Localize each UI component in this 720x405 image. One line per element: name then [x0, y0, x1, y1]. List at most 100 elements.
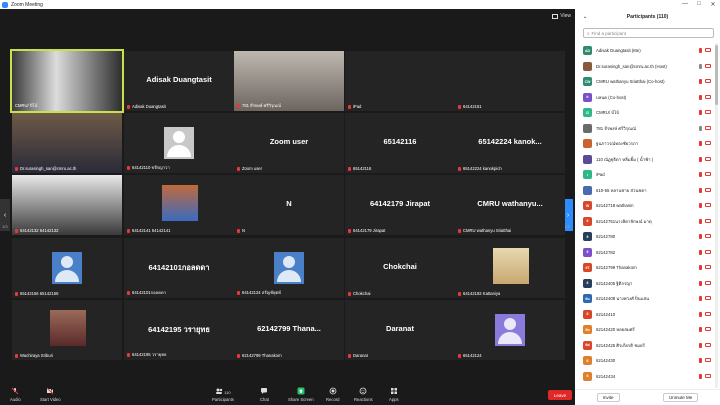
audio-button[interactable]: Audio [10, 387, 21, 402]
participant-row[interactable]: 6 62142780 [575, 229, 715, 245]
participant-avatar: W [583, 201, 592, 211]
participant-row[interactable]: i iPad [575, 167, 715, 183]
video-off-icon [705, 203, 711, 208]
participant-row[interactable]: 110 ณัฏฐุธิดา หลิ่มยิ้ม ( น้ำฟ้า ) [575, 152, 715, 168]
mic-muted-icon [699, 327, 702, 333]
share-screen-button[interactable]: Share Screen [288, 387, 314, 402]
video-tile[interactable]: 65142224 kanok... 65142224 kanokpich [455, 113, 565, 173]
video-tile[interactable]: 62142799 Thana... 62142799 Thanakorn [234, 300, 344, 360]
unmute-me-button[interactable]: Unmute Me [662, 393, 699, 402]
search-placeholder: Find a participant [591, 30, 627, 36]
tile-label-text: Daranat [353, 353, 368, 358]
participant-row[interactable]: 6 62142430 [575, 353, 715, 369]
mic-muted-icon [127, 290, 130, 295]
find-participant-input[interactable]: ⌕ Find a participant [583, 28, 714, 38]
video-tile[interactable]: CMRU wathanyu... CMRU wathanyu Sriatthai [455, 175, 565, 235]
mic-muted-icon [458, 228, 461, 233]
video-tile[interactable]: 65142124 [455, 300, 565, 360]
video-tile[interactable]: NN [234, 175, 344, 235]
video-off-icon [46, 387, 54, 395]
participant-list: AD Adisak Duangtasit (Me) Dr.surasingh_san… [575, 43, 715, 388]
tile-display-name: CMRU wathanyu... [477, 199, 543, 208]
participant-row[interactable]: 6 62142751นางลิดาลักษณ์ มาตุ [575, 214, 715, 230]
mic-muted-icon [458, 166, 461, 171]
participant-row[interactable]: 6น 62142408 นางพวงศ์ ปิ่นแสน [575, 291, 715, 307]
participant-row[interactable]: b บลนด (Co-host) [575, 90, 715, 106]
video-tile[interactable]: 64142124 สรัญช์ยุตห์ [234, 238, 344, 298]
scrollbar-thumb[interactable] [715, 45, 718, 105]
video-tile[interactable]: 64142110 ขจีรญาวา [124, 113, 234, 173]
mic-muted-icon [237, 290, 240, 295]
video-tile[interactable]: iPad [345, 51, 455, 111]
video-tile[interactable]: 64142179 Jirapat 64142179 Jirapat [345, 175, 455, 235]
participant-row[interactable]: 6 62142405 ฐิติกรญา [575, 276, 715, 292]
video-off-icon [705, 342, 711, 347]
reactions-button[interactable]: Reactions [354, 387, 373, 402]
participant-name: 62142718 wathanin [596, 203, 634, 209]
apps-button[interactable]: Apps [389, 387, 399, 402]
participant-row[interactable]: 610-55 หลานชาย ส่วนชดา [575, 183, 715, 199]
video-tile[interactable]: Zoom user Zoom user [234, 113, 344, 173]
tile-display-name: 64142179 Jirapat [369, 199, 431, 208]
chat-button[interactable]: Chat [260, 387, 269, 402]
video-off-icon [705, 187, 711, 192]
mic-muted-icon [348, 291, 351, 296]
participant-row[interactable]: C/CMRU/ บีโบ้ [575, 105, 715, 121]
tile-name-label: Chokchai [348, 291, 370, 296]
participants-button[interactable]: 110 Participants [212, 387, 234, 402]
tile-name-label: 64142195 วรายุทธ [127, 351, 167, 358]
invite-button[interactable]: Invite [596, 393, 620, 402]
tile-name-label: Wachiraya Sriburi [15, 353, 53, 358]
participant-row[interactable]: 6 62142782 [575, 245, 715, 261]
panel-header: ⌄ Participants (110) [575, 9, 720, 25]
start-video-button[interactable]: Start Video [40, 387, 61, 402]
minimize-button[interactable]: — [678, 1, 692, 8]
video-tile[interactable]: 64142132 64142132 [12, 175, 122, 235]
participant-row[interactable]: CW CMRU wathanyu Sriatthai (Co-host) [575, 74, 715, 90]
tile-name-label: 62142799 Thanakorn [237, 353, 282, 358]
participant-name: ฐนภาวรณ์ทองชัยวรภา [596, 141, 639, 147]
view-button[interactable]: View [552, 13, 571, 19]
participant-row[interactable]: 6ห 62142420 หอยสมศรี [575, 322, 715, 338]
tile-name-label: Daranat [348, 353, 368, 358]
mic-muted-icon [237, 228, 240, 233]
video-tile[interactable]: 65142156 65142156 [12, 238, 122, 298]
video-tile[interactable]: Adisak Duangtasit Adisak Duangtasit [124, 51, 234, 111]
participant-row[interactable]: ฐนภาวรณ์ทองชัยวรภา [575, 136, 715, 152]
video-tile[interactable]: 65142116 65142116 [345, 113, 455, 173]
chevron-down-icon[interactable]: ⌄ [583, 14, 587, 20]
video-off-icon [705, 110, 711, 115]
video-tile[interactable]: 64142195 วรายุทธ 64142195 วรายุทธ [124, 300, 234, 360]
participant-list-scrollbar[interactable] [715, 43, 718, 388]
record-button[interactable]: Record [326, 387, 340, 402]
participant-row[interactable]: W 62142718 wathanin [575, 198, 715, 214]
participant-row[interactable]: 781 ธีรพงษ์ ศรีวิรุณณ์ [575, 121, 715, 137]
participant-row[interactable]: AD Adisak Duangtasit (Me) [575, 43, 715, 59]
maximize-button[interactable]: □ [692, 1, 706, 8]
mic-muted-icon [348, 166, 351, 171]
video-tile[interactable]: 64142192 Kattaniya [455, 238, 565, 298]
video-tile[interactable]: Dr.surasingh_san@cmru.ac.th [12, 113, 122, 173]
participant-avatar: i [583, 170, 592, 180]
tile-label-text: N [242, 228, 246, 233]
participant-row[interactable]: 6T 62142799 Thanakorn [575, 260, 715, 276]
leave-button[interactable]: Leave [548, 390, 572, 400]
participant-row[interactable]: 6ศ 62142425 ศิรเกียรติ ชมยรี [575, 338, 715, 354]
video-tile[interactable]: Chokchai Chokchai [345, 238, 455, 298]
participant-row[interactable]: Dr.surasingh_san@cmru.ac.th (Host) [575, 59, 715, 75]
video-tile[interactable]: 781 ธีรพงษ์ ศรีวิรุณณ์ [234, 51, 344, 111]
video-tile[interactable]: Wachiraya Sriburi [12, 300, 122, 360]
participant-avatar: C/ [583, 108, 592, 118]
close-window-button[interactable]: ✕ [706, 1, 720, 8]
participant-row[interactable]: 6 62142410 [575, 307, 715, 323]
mic-muted-icon [699, 373, 702, 379]
participant-avatar: AD [583, 46, 592, 56]
video-tile[interactable]: CMRU/ บีโบ้ [10, 49, 124, 113]
video-tile[interactable]: 64142151 [455, 51, 565, 111]
video-tile[interactable]: Daranat Daranat [345, 300, 455, 360]
participant-row[interactable]: 6 62142434 [575, 369, 715, 385]
video-tile[interactable]: 64142101กอลดดา 64142101กอลดดา [124, 238, 234, 298]
video-tile[interactable]: 64142141 64142141 [124, 175, 234, 235]
mic-muted-icon [348, 353, 351, 358]
participant-avatar: b [583, 92, 592, 102]
